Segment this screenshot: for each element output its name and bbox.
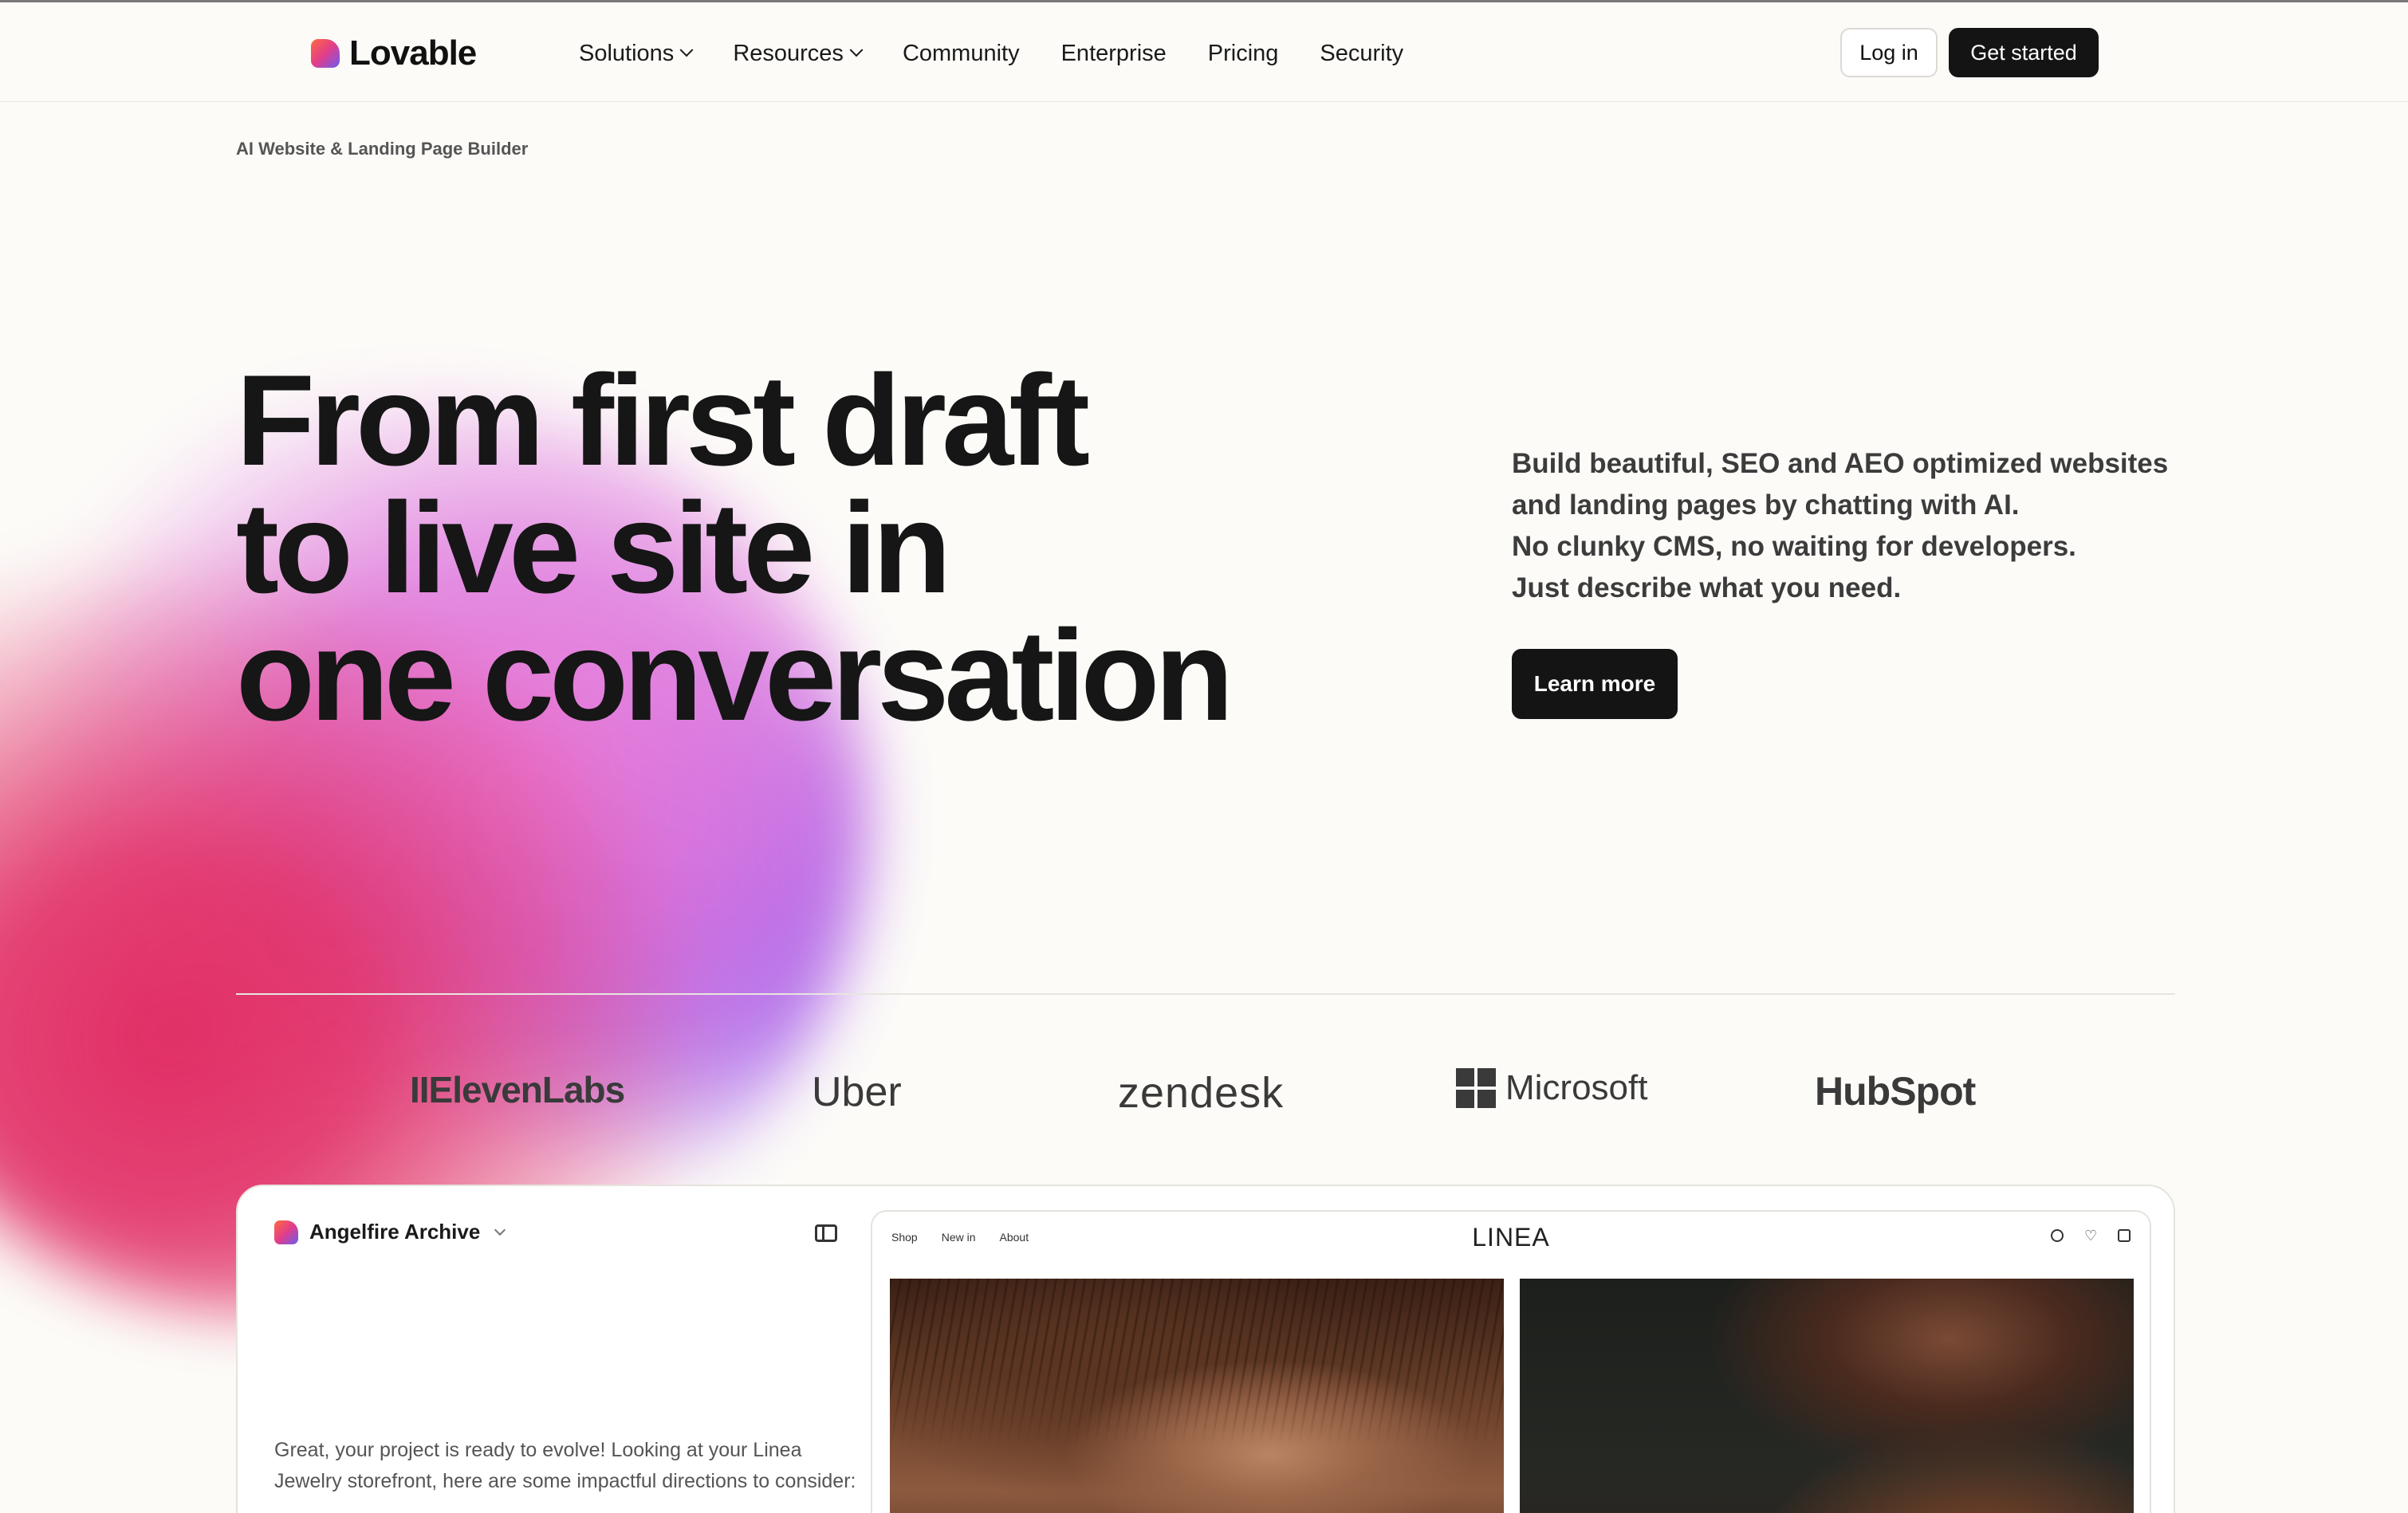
nav-item-community[interactable]: Community: [903, 41, 1020, 67]
page-eyebrow: AI Website & Landing Page Builder: [236, 139, 529, 159]
headline-line: From first draft: [236, 348, 1090, 493]
nav-item-label: Solutions: [579, 40, 675, 66]
site-preview: Shop New in About LINEA ♡: [871, 1210, 2151, 1513]
nav-item-label: Resources: [733, 40, 844, 66]
page: Lovable Solutions Resources Community En…: [0, 0, 2408, 1513]
nav-item-security[interactable]: Security: [1320, 41, 1403, 67]
uber-logo: Uber: [812, 1069, 902, 1115]
search-icon[interactable]: [2051, 1229, 2064, 1242]
login-button[interactable]: Log in: [1840, 28, 1938, 77]
microsoft-logo: Microsoft: [1456, 1068, 1647, 1108]
hero-description: Build beautiful, SEO and AEO optimized w…: [1512, 443, 2229, 609]
headline-line: one conversation: [236, 603, 1234, 748]
logo-text: Lovable: [349, 33, 477, 73]
nav-item-resources[interactable]: Resources: [733, 40, 864, 67]
product-preview-card: Angelfire Archive Great, your project is…: [236, 1185, 2175, 1513]
description-line: Build beautiful, SEO and AEO optimized w…: [1512, 448, 2169, 479]
headline-line: to live site in: [236, 476, 951, 620]
nav-item-label: Enterprise: [1060, 40, 1167, 66]
preview-site-icons: ♡: [2051, 1228, 2131, 1243]
chevron-down-icon: [849, 43, 864, 57]
learn-more-button[interactable]: Learn more: [1512, 649, 1678, 719]
nav-item-label: Pricing: [1207, 40, 1279, 66]
description-line: No clunky CMS, no waiting for developers…: [1512, 531, 2076, 562]
get-started-button[interactable]: Get started: [1949, 28, 2099, 77]
hero-headline: From first draft to live site in one con…: [236, 348, 1432, 748]
hubspot-logo: HubSpot: [1815, 1069, 1976, 1114]
customer-logos: IIElevenLabs Uber zendesk Microsoft HubS…: [0, 1052, 2408, 1132]
top-navigation: Lovable Solutions Resources Community En…: [0, 0, 2408, 102]
lovable-heart-icon: [311, 39, 340, 68]
shopping-bag-icon[interactable]: [2118, 1229, 2131, 1242]
model-photo-right: [1520, 1279, 2134, 1513]
nav-item-label: Community: [902, 40, 1020, 66]
section-divider: [236, 993, 2175, 995]
project-switcher[interactable]: Angelfire Archive: [274, 1220, 506, 1244]
elevenlabs-logo: IIElevenLabs: [410, 1069, 625, 1110]
zendesk-logo: zendesk: [1118, 1069, 1285, 1117]
nav-item-solutions[interactable]: Solutions: [579, 40, 694, 67]
project-name: Angelfire Archive: [309, 1220, 481, 1244]
chat-message: Great, your project is ready to evolve! …: [274, 1439, 856, 1492]
lovable-logo[interactable]: Lovable: [311, 29, 477, 77]
chevron-down-icon: [679, 43, 694, 57]
microsoft-grid-icon: [1456, 1068, 1496, 1108]
description-line: and landing pages by chatting with AI.: [1512, 489, 2020, 521]
chevron-down-icon: [494, 1224, 506, 1236]
main-nav: Solutions Resources Community Enterprise…: [579, 34, 1403, 73]
description-line: Just describe what you need.: [1512, 572, 1902, 603]
model-photo-left: [890, 1279, 1504, 1513]
heart-icon[interactable]: ♡: [2084, 1228, 2097, 1243]
nav-item-pricing[interactable]: Pricing: [1208, 41, 1279, 67]
sidebar-toggle-icon[interactable]: [815, 1224, 837, 1242]
nav-item-label: Security: [1320, 40, 1404, 66]
nav-item-enterprise[interactable]: Enterprise: [1061, 41, 1167, 67]
preview-site-brand: LINEA: [1472, 1223, 1550, 1252]
microsoft-wordmark: Microsoft: [1505, 1068, 1648, 1107]
lovable-heart-icon: [274, 1220, 298, 1244]
